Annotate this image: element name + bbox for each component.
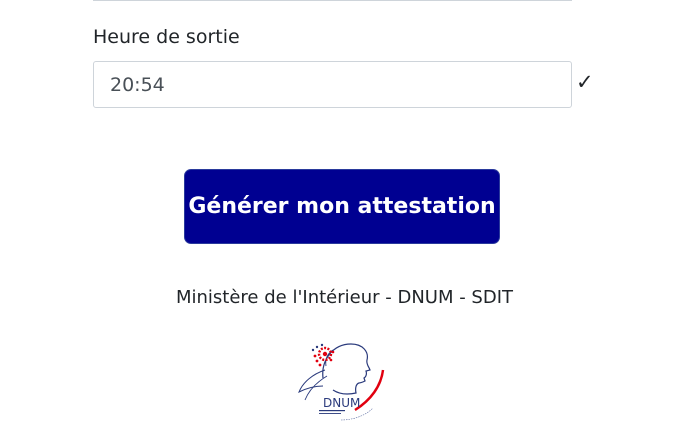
check-icon: ✓ bbox=[576, 70, 594, 94]
exit-time-input[interactable] bbox=[93, 61, 572, 108]
ministry-footer-text: Ministère de l'Intérieur - DNUM - SDIT bbox=[175, 287, 514, 308]
dnum-logo: DNUM bbox=[298, 343, 385, 421]
previous-field-border bbox=[93, 0, 572, 1]
svg-text:DNUM: DNUM bbox=[323, 396, 360, 410]
generate-attestation-button[interactable]: Générer mon attestation bbox=[184, 169, 500, 244]
attestation-page: Heure de sortie ✓ Générer mon attestatio… bbox=[0, 0, 689, 448]
exit-time-label: Heure de sortie bbox=[93, 26, 240, 48]
